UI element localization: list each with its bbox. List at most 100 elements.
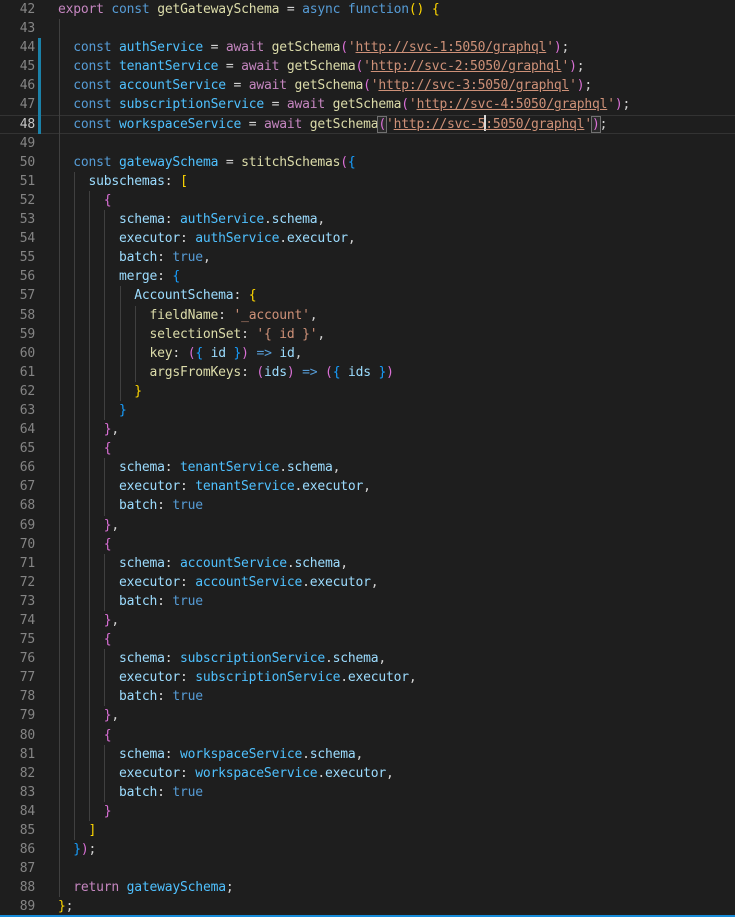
line-number[interactable]: 88: [0, 878, 35, 897]
code-line-76[interactable]: 76 schema: subscriptionService.schema,: [0, 649, 735, 668]
code-line-87[interactable]: 87: [0, 859, 735, 878]
code-line-64[interactable]: 64 },: [0, 420, 735, 439]
line-number[interactable]: 44: [0, 38, 35, 57]
line-number[interactable]: 70: [0, 535, 35, 554]
code-line-83[interactable]: 83 batch: true: [0, 783, 735, 802]
code-token: {: [195, 346, 203, 361]
code-token: [58, 747, 119, 762]
line-number[interactable]: 64: [0, 420, 35, 439]
line-number[interactable]: 45: [0, 57, 35, 76]
line-number[interactable]: 72: [0, 573, 35, 592]
line-number[interactable]: 86: [0, 840, 35, 859]
line-number[interactable]: 69: [0, 516, 35, 535]
code-line-44[interactable]: 44 const authService = await getSchema('…: [0, 38, 735, 57]
code-line-59[interactable]: 59 selectionSet: '{ id }',: [0, 325, 735, 344]
code-line-63[interactable]: 63 }: [0, 401, 735, 420]
line-number[interactable]: 82: [0, 764, 35, 783]
code-line-43[interactable]: 43: [0, 19, 735, 38]
line-number[interactable]: 81: [0, 745, 35, 764]
code-line-84[interactable]: 84 }: [0, 802, 735, 821]
line-number[interactable]: 65: [0, 439, 35, 458]
code-line-70[interactable]: 70 {: [0, 535, 735, 554]
code-token: [226, 346, 234, 361]
line-number[interactable]: 54: [0, 229, 35, 248]
line-number[interactable]: 46: [0, 76, 35, 95]
code-line-79[interactable]: 79 },: [0, 706, 735, 725]
line-number[interactable]: 42: [0, 0, 35, 19]
code-line-54[interactable]: 54 executor: authService.executor,: [0, 229, 735, 248]
line-number[interactable]: 79: [0, 706, 35, 725]
line-number[interactable]: 55: [0, 248, 35, 267]
line-number[interactable]: 50: [0, 153, 35, 172]
code-line-58[interactable]: 58 fieldName: '_account',: [0, 306, 735, 325]
code-line-56[interactable]: 56 merge: {: [0, 267, 735, 286]
line-number[interactable]: 63: [0, 401, 35, 420]
line-number[interactable]: 51: [0, 172, 35, 191]
line-number[interactable]: 87: [0, 859, 35, 878]
line-number[interactable]: 48: [0, 115, 35, 134]
code-line-57[interactable]: 57 AccountSchema: {: [0, 286, 735, 305]
line-number[interactable]: 85: [0, 821, 35, 840]
line-number[interactable]: 60: [0, 344, 35, 363]
code-line-82[interactable]: 82 executor: workspaceService.executor,: [0, 764, 735, 783]
code-line-73[interactable]: 73 batch: true: [0, 592, 735, 611]
code-line-62[interactable]: 62 }: [0, 382, 735, 401]
code-line-48[interactable]: 48 const workspaceService = await getSch…: [0, 115, 735, 134]
code-line-45[interactable]: 45 const tenantService = await getSchema…: [0, 57, 735, 76]
code-line-60[interactable]: 60 key: ({ id }) => id,: [0, 344, 735, 363]
code-line-50[interactable]: 50 const gatewaySchema = stitchSchemas({: [0, 153, 735, 172]
line-number[interactable]: 53: [0, 210, 35, 229]
line-number[interactable]: 57: [0, 286, 35, 305]
code-line-65[interactable]: 65 {: [0, 439, 735, 458]
line-number[interactable]: 84: [0, 802, 35, 821]
code-token: }: [134, 384, 142, 399]
line-number[interactable]: 75: [0, 630, 35, 649]
line-number[interactable]: 80: [0, 726, 35, 745]
code-line-86[interactable]: 86 });: [0, 840, 735, 859]
line-number[interactable]: 61: [0, 363, 35, 382]
code-line-85[interactable]: 85 ]: [0, 821, 735, 840]
code-line-61[interactable]: 61 argsFromKeys: (ids) => ({ ids }): [0, 363, 735, 382]
code-line-71[interactable]: 71 schema: accountService.schema,: [0, 554, 735, 573]
code-line-75[interactable]: 75 {: [0, 630, 735, 649]
line-number[interactable]: 78: [0, 687, 35, 706]
code-line-42[interactable]: 42export const getGatewaySchema = async …: [0, 0, 735, 19]
line-number[interactable]: 43: [0, 19, 35, 38]
line-number[interactable]: 62: [0, 382, 35, 401]
code-line-46[interactable]: 46 const accountService = await getSchem…: [0, 76, 735, 95]
line-number[interactable]: 58: [0, 306, 35, 325]
code-line-52[interactable]: 52 {: [0, 191, 735, 210]
line-number[interactable]: 67: [0, 477, 35, 496]
code-line-78[interactable]: 78 batch: true: [0, 687, 735, 706]
code-line-68[interactable]: 68 batch: true: [0, 496, 735, 515]
line-number[interactable]: 49: [0, 134, 35, 153]
code-line-67[interactable]: 67 executor: tenantService.executor,: [0, 477, 735, 496]
line-number[interactable]: 47: [0, 95, 35, 114]
code-editor[interactable]: 42export const getGatewaySchema = async …: [0, 0, 735, 917]
line-number[interactable]: 56: [0, 267, 35, 286]
code-line-49[interactable]: 49: [0, 134, 735, 153]
code-line-51[interactable]: 51 subschemas: [: [0, 172, 735, 191]
code-line-72[interactable]: 72 executor: accountService.executor,: [0, 573, 735, 592]
line-number[interactable]: 59: [0, 325, 35, 344]
code-line-55[interactable]: 55 batch: true,: [0, 248, 735, 267]
code-line-69[interactable]: 69 },: [0, 516, 735, 535]
code-token: .: [279, 460, 287, 475]
line-number[interactable]: 77: [0, 668, 35, 687]
code-line-77[interactable]: 77 executor: subscriptionService.executo…: [0, 668, 735, 687]
code-line-81[interactable]: 81 schema: workspaceService.schema,: [0, 745, 735, 764]
code-line-66[interactable]: 66 schema: tenantService.schema,: [0, 458, 735, 477]
code-line-74[interactable]: 74 },: [0, 611, 735, 630]
line-number[interactable]: 73: [0, 592, 35, 611]
code-line-88[interactable]: 88 return gatewaySchema;: [0, 878, 735, 897]
code-line-80[interactable]: 80 {: [0, 726, 735, 745]
line-number[interactable]: 74: [0, 611, 35, 630]
code-line-53[interactable]: 53 schema: authService.schema,: [0, 210, 735, 229]
line-number[interactable]: 76: [0, 649, 35, 668]
line-number[interactable]: 66: [0, 458, 35, 477]
line-number[interactable]: 68: [0, 496, 35, 515]
code-line-47[interactable]: 47 const subscriptionService = await get…: [0, 95, 735, 114]
line-number[interactable]: 71: [0, 554, 35, 573]
line-number[interactable]: 52: [0, 191, 35, 210]
line-number[interactable]: 83: [0, 783, 35, 802]
